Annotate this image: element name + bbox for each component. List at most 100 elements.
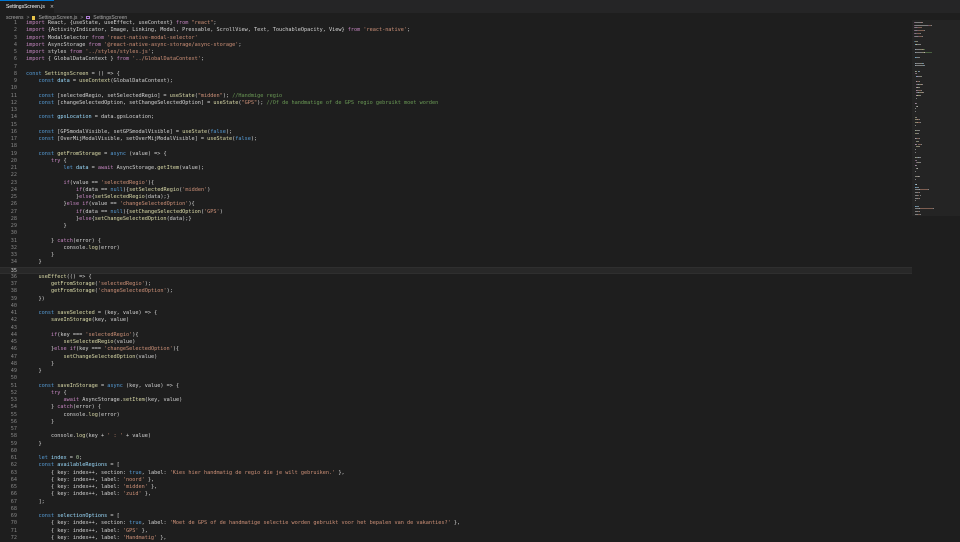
minimap-slider[interactable] [912,20,960,216]
code-token [26,383,39,389]
line-number: 45 [0,339,17,346]
code-line[interactable]: 63 { key: index++, section: true, label:… [0,470,912,477]
code-line[interactable]: 68 [0,506,912,513]
code-line[interactable]: 2import {ActivityIndicator, Image, Linki… [0,27,912,34]
code-token: } [26,346,54,352]
code-line[interactable]: 43 [0,325,912,332]
code-line[interactable]: 56 } [0,419,912,426]
close-icon[interactable]: × [50,4,54,10]
code-line[interactable]: 53 await AsyncStorage.setItem(key, value… [0,397,912,404]
code-line[interactable]: 14 const gpsLocation = data.gpsLocation; [0,114,912,121]
code-line[interactable]: 21 let data = await AsyncStorage.getItem… [0,165,912,172]
code-line[interactable]: 70 { key: index++, section: true, label:… [0,520,912,527]
code-line[interactable]: 40 [0,303,912,310]
code-line[interactable]: 54 } catch(error) { [0,404,912,411]
code-line[interactable]: 8const SettingsScreen = () => { [0,71,912,78]
code-line[interactable]: 58 console.log(key + ' : ' + value) [0,433,912,440]
line-number: 36 [0,274,17,281]
code-text: { key: index++, label: 'GPS' }, [26,528,148,535]
code-line[interactable]: 71 { key: index++, label: 'GPS' }, [0,528,912,535]
code-line[interactable]: 13 [0,107,912,114]
code-line[interactable]: 11 const [selectedRegio, setSelectedRegi… [0,93,912,100]
code-text: if(value == 'selectedRegio'){ [26,180,154,187]
code-line[interactable]: 33 } [0,252,912,259]
code-line[interactable]: 52 try { [0,390,912,397]
code-text: { key: index++, section: true, label: 'K… [26,470,345,477]
code-line[interactable]: 47 setChangeSelectedOption(value) [0,354,912,361]
code-line[interactable]: 62 const availableRegions = [ [0,462,912,469]
code-line[interactable]: 35 [0,267,912,274]
code-token [26,288,51,294]
code-token: 'zuid' [123,491,142,497]
code-line[interactable]: 42 saveInStorage(key, value) [0,317,912,324]
code-line[interactable]: 46 }else if(key === 'changeSelectedOptio… [0,346,912,353]
code-token: log [88,245,97,251]
code-token: '../GlobalDataContext' [129,56,201,62]
code-line[interactable]: 25 }else{setSelectedRegio(data);} [0,194,912,201]
code-line[interactable]: 5import styles from '../styles/styles.js… [0,49,912,56]
code-editor[interactable]: 1import React, {useState, useEffect, use… [0,20,912,540]
code-line[interactable]: 20 try { [0,158,912,165]
code-line[interactable]: 10 [0,85,912,92]
code-line[interactable]: 59 } [0,441,912,448]
code-line[interactable]: 34 } [0,259,912,266]
code-line[interactable]: 30 [0,230,912,237]
code-line[interactable]: 48 } [0,361,912,368]
code-line[interactable]: 37 getFromStorage('selectedRegio'); [0,281,912,288]
code-line[interactable]: 15 [0,122,912,129]
code-line[interactable]: 36 useEffect(() => { [0,274,912,281]
code-line[interactable]: 1import React, {useState, useEffect, use… [0,20,912,27]
code-token: from [70,49,83,55]
code-token: else [79,216,92,222]
line-number: 1 [0,20,17,27]
code-line[interactable]: 4import AsyncStorage from '@react-native… [0,42,912,49]
code-line[interactable]: 50 [0,375,912,382]
code-line[interactable]: 24 if(data == null){setSelectedRegio('mi… [0,187,912,194]
code-text: const [OverMijModalVisible, setOverMijMo… [26,136,257,143]
code-line[interactable]: 57 [0,426,912,433]
code-line[interactable]: 64 { key: index++, label: 'noord' }, [0,477,912,484]
code-token: console. [26,433,76,439]
code-line[interactable]: 7 [0,64,912,71]
code-line[interactable]: 44 if(key === 'selectedRegio'){ [0,332,912,339]
code-line[interactable]: 38 getFromStorage('changeSelectedOption'… [0,288,912,295]
code-line[interactable]: 28 }else{setChangeSelectedOption(data);} [0,216,912,223]
code-line[interactable]: 29 } [0,223,912,230]
code-line[interactable]: 23 if(value == 'selectedRegio'){ [0,180,912,187]
code-line[interactable]: 31 } catch(error) { [0,238,912,245]
code-line[interactable]: 66 { key: index++, label: 'zuid' }, [0,491,912,498]
code-line[interactable]: 55 console.log(error) [0,412,912,419]
code-token [26,209,76,215]
code-line[interactable]: 41 const saveSelected = (key, value) => … [0,310,912,317]
code-line[interactable]: 19 const getFromStorage = async (value) … [0,151,912,158]
code-token: ); [223,93,232,99]
code-token: { key: index++, section: [26,470,129,476]
code-line[interactable]: 3import ModalSelector from 'react-native… [0,35,912,42]
line-number: 11 [0,93,17,100]
code-line[interactable]: 9 const data = useContext(GlobalDataCont… [0,78,912,85]
code-line[interactable]: 27 if(data == null){setChangeSelectedOpt… [0,209,912,216]
code-line[interactable]: 22 [0,172,912,179]
code-line[interactable]: 12 const [changeSelectedOption, setChang… [0,100,912,107]
code-line[interactable]: 18 [0,143,912,150]
code-token: ; [201,56,204,62]
code-line[interactable]: 72 { key: index++, label: 'Handmatig' }, [0,535,912,542]
code-line[interactable]: 65 { key: index++, label: 'midden' }, [0,484,912,491]
code-line[interactable]: 61 let index = 0; [0,455,912,462]
code-line[interactable]: 16 const [GPSmodalVisible, setGPSmodalVi… [0,129,912,136]
code-line[interactable]: 67 ]; [0,499,912,506]
code-line[interactable]: 49 } [0,368,912,375]
tab-settings-screen[interactable]: SettingsScreen.js × [0,0,54,13]
code-token: const [39,93,55,99]
code-line[interactable]: 6import { GlobalDataContext } from '../G… [0,56,912,63]
code-token: setSelectedRegio [95,194,145,200]
code-line[interactable]: 60 [0,448,912,455]
code-line[interactable]: 69 const selectionOptions = [ [0,513,912,520]
code-line[interactable]: 51 const saveInStorage = async (key, val… [0,383,912,390]
code-line[interactable]: 17 const [OverMijModalVisible, setOverMi… [0,136,912,143]
code-line[interactable]: 45 setSelectedRegio(value) [0,339,912,346]
code-line[interactable]: 39 }) [0,296,912,303]
code-line[interactable]: 32 console.log(error) [0,245,912,252]
code-token [26,100,39,106]
code-line[interactable]: 26 }else if(value == 'changeSelectedOpti… [0,201,912,208]
